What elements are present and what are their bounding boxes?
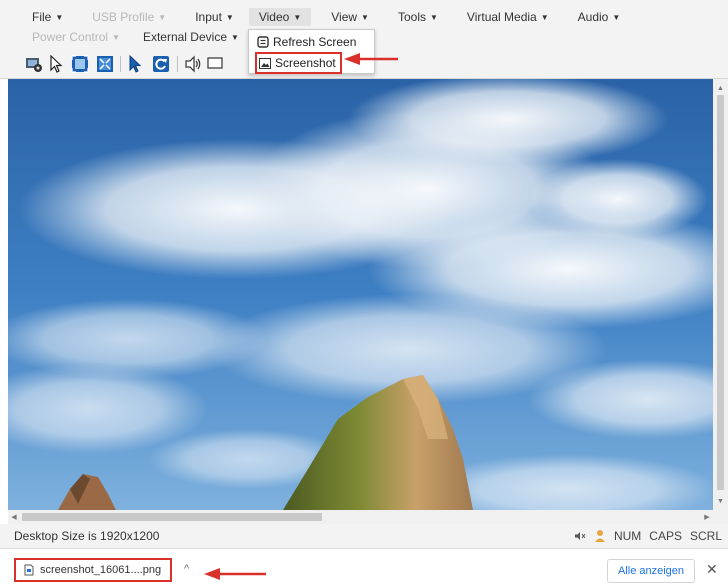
download-filename: screenshot_16061....png bbox=[40, 564, 162, 576]
menu-audio[interactable]: Audio ▼ bbox=[558, 10, 630, 24]
chevron-down-icon: ▼ bbox=[55, 13, 64, 22]
user-icon bbox=[594, 530, 605, 542]
show-all-button[interactable]: Alle anzeigen bbox=[607, 559, 695, 583]
chevron-down-icon: ▼ bbox=[112, 33, 120, 42]
menu-input-label: Input bbox=[195, 10, 222, 24]
scroll-lock-indicator: SCRL bbox=[689, 529, 722, 543]
menu-video[interactable]: Video ▼ bbox=[248, 8, 312, 26]
menu-power-control: Power Control ▼ bbox=[0, 30, 129, 44]
menu-file-label: File bbox=[32, 10, 52, 24]
chevron-down-icon: ▼ bbox=[612, 13, 621, 22]
menu-virtual-media-label: Virtual Media bbox=[466, 10, 537, 24]
refresh-screen-icon bbox=[257, 36, 269, 48]
refresh-screen-label: Refresh Screen bbox=[273, 35, 357, 49]
menu-view-label: View bbox=[331, 10, 358, 24]
menu-row-2: Power Control ▼ External Device ▼ bbox=[0, 26, 248, 48]
chevron-down-icon: ▼ bbox=[158, 13, 167, 22]
file-icon bbox=[24, 564, 34, 576]
speaker-icon[interactable] bbox=[183, 54, 203, 74]
menu-video-label: Video bbox=[258, 10, 290, 24]
close-icon[interactable]: ✕ bbox=[706, 561, 718, 578]
menu-view[interactable]: View ▼ bbox=[311, 10, 378, 24]
toolbar-separator bbox=[177, 56, 178, 72]
menu-external-device[interactable]: External Device ▼ bbox=[129, 30, 248, 44]
download-item[interactable]: screenshot_16061....png bbox=[14, 558, 172, 582]
menu-input[interactable]: Input ▼ bbox=[175, 10, 243, 24]
menu-external-device-label: External Device bbox=[142, 30, 227, 44]
chevron-down-icon: ▼ bbox=[225, 13, 234, 22]
menu-usb-profile-label: USB Profile bbox=[92, 10, 155, 24]
chevron-down-icon: ▼ bbox=[231, 33, 239, 42]
settings-icon[interactable] bbox=[24, 54, 44, 74]
pointer-icon[interactable] bbox=[46, 54, 66, 74]
scroll-down-icon[interactable]: ▼ bbox=[713, 494, 728, 508]
menu-virtual-media[interactable]: Virtual Media ▼ bbox=[447, 10, 558, 24]
vertical-scroll-thumb[interactable] bbox=[717, 95, 724, 490]
scroll-left-icon[interactable]: ◀ bbox=[8, 510, 20, 524]
monitor-icon[interactable] bbox=[205, 54, 225, 74]
menu-usb-profile: USB Profile ▼ bbox=[72, 10, 175, 24]
menu-item-screenshot[interactable]: Screenshot bbox=[255, 52, 342, 74]
menu-power-control-label: Power Control bbox=[32, 30, 109, 44]
scroll-up-icon[interactable]: ▲ bbox=[713, 81, 728, 95]
remote-desktop-view[interactable] bbox=[8, 79, 713, 510]
screenshot-label: Screenshot bbox=[275, 56, 336, 70]
red-arrow-annotation bbox=[204, 568, 266, 580]
num-lock-indicator: NUM bbox=[613, 529, 642, 543]
menu-tools[interactable]: Tools ▼ bbox=[378, 10, 447, 24]
menu-tools-label: Tools bbox=[397, 10, 426, 24]
status-bar: Desktop Size is 1920x1200 NUM CAPS SCRL bbox=[0, 524, 728, 548]
fit-screen-icon[interactable] bbox=[95, 54, 115, 74]
desktop-size-text: Desktop Size is 1920x1200 bbox=[14, 529, 160, 543]
chevron-up-icon[interactable]: ^ bbox=[184, 563, 189, 575]
chevron-down-icon: ▼ bbox=[540, 13, 549, 22]
menu-file[interactable]: File ▼ bbox=[0, 10, 72, 24]
vertical-scrollbar[interactable]: ▲ ▼ bbox=[713, 79, 728, 510]
scroll-right-icon[interactable]: ▶ bbox=[701, 510, 713, 524]
status-indicators: NUM CAPS SCRL bbox=[574, 529, 722, 543]
download-bar: screenshot_16061....png ^ Alle anzeigen … bbox=[0, 548, 728, 587]
desktop-wallpaper-image bbox=[8, 79, 713, 510]
cursor-sync-icon[interactable] bbox=[126, 54, 146, 74]
image-icon bbox=[259, 57, 271, 69]
caps-lock-indicator: CAPS bbox=[649, 529, 682, 543]
menu-audio-label: Audio bbox=[577, 10, 609, 24]
chevron-down-icon: ▼ bbox=[293, 13, 302, 22]
red-arrow-annotation bbox=[344, 53, 398, 65]
scroll-corner bbox=[713, 510, 728, 524]
chevron-down-icon: ▼ bbox=[361, 13, 369, 22]
toolbar-separator bbox=[120, 56, 121, 72]
fullscreen-icon[interactable] bbox=[70, 54, 90, 74]
horizontal-scroll-thumb[interactable] bbox=[22, 513, 322, 521]
chevron-down-icon: ▼ bbox=[429, 13, 438, 22]
menu-row-1: File ▼ USB Profile ▼ Input ▼ Video ▼ View ▼ T… bbox=[0, 6, 629, 28]
menu-item-refresh-screen[interactable]: Refresh Screen bbox=[257, 34, 356, 50]
refresh-icon[interactable] bbox=[151, 54, 171, 74]
horizontal-scrollbar[interactable]: ◀ ▶ bbox=[8, 510, 713, 524]
mute-icon bbox=[574, 532, 586, 540]
